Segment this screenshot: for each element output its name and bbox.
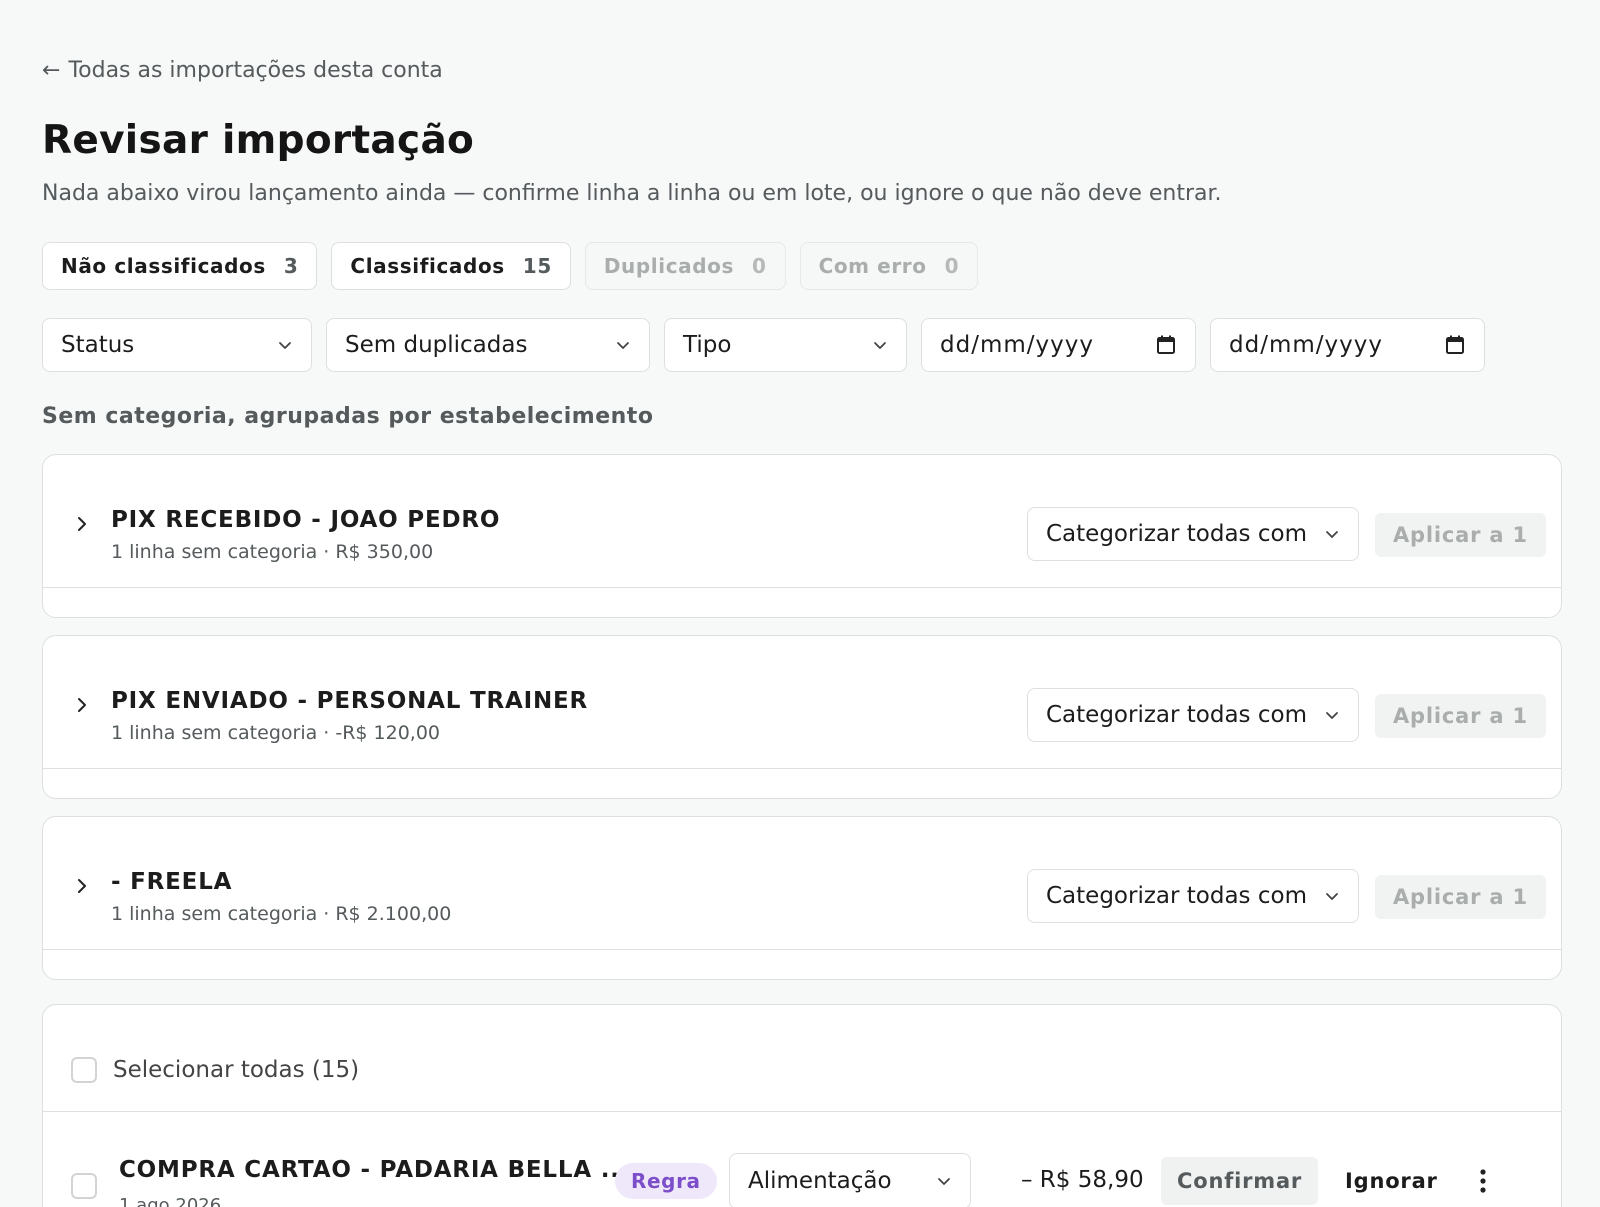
transaction-title: COMPRA CARTAO - PADARIA BELLA ... [119,1157,630,1183]
tab-count: 15 [522,254,552,278]
apply-button[interactable]: Aplicar a 1 [1375,513,1546,557]
divider [43,949,1561,950]
tab-duplicates: Duplicados 0 [584,242,786,290]
group-summary: 1 linha sem categoria · R$ 350,00 [111,541,434,563]
date-from-input[interactable]: dd/mm/yyyy [921,318,1196,372]
transaction-date: 1 ago 2026 [119,1195,222,1207]
bulk-category-value: Categorizar todas com [1046,702,1307,728]
tab-classified[interactable]: Classificados 15 [331,242,571,290]
divider [43,587,1561,588]
select-all-control[interactable]: Selecionar todas (15) [71,1057,359,1083]
date-from-placeholder: dd/mm/yyyy [940,332,1094,358]
chevron-down-icon [1326,712,1338,719]
apply-button[interactable]: Aplicar a 1 [1375,875,1546,919]
calendar-icon[interactable] [1155,334,1177,356]
tab-count: 0 [752,254,767,278]
select-all-label: Selecionar todas (15) [113,1057,360,1083]
merchant-group-card: - FREELA 1 linha sem categoria · R$ 2.10… [42,816,1562,980]
classified-list-card: Selecionar todas (15) COMPRA CARTAO - PA… [42,1004,1562,1207]
chevron-right-icon[interactable] [73,696,91,714]
chevron-right-icon[interactable] [73,515,91,533]
row-checkbox[interactable] [71,1173,97,1199]
divider [43,768,1561,769]
bulk-category-value: Categorizar todas com [1046,521,1307,547]
type-filter-value: Tipo [683,332,732,358]
group-summary: 1 linha sem categoria · -R$ 120,00 [111,722,441,744]
divider [43,1111,1561,1112]
confirm-button[interactable]: Confirmar [1161,1157,1319,1205]
page-subtitle: Nada abaixo virou lançamento ainda — con… [42,181,1222,206]
bulk-category-select[interactable]: Categorizar todas com [1027,507,1359,561]
transaction-amount: – R$ 58,90 [1021,1167,1144,1193]
duplicates-filter-value: Sem duplicadas [345,332,528,358]
chevron-down-icon [617,342,629,349]
tab-unclassified[interactable]: Não classificados 3 [42,242,318,290]
tab-label: Não classificados [61,254,266,278]
more-vertical-icon[interactable] [1471,1165,1495,1197]
chevron-down-icon [279,342,291,349]
duplicates-filter-select[interactable]: Sem duplicadas [326,318,650,372]
status-filter-select[interactable]: Status [42,318,312,372]
date-to-placeholder: dd/mm/yyyy [1229,332,1383,358]
ignore-button[interactable]: Ignorar [1339,1157,1444,1205]
bulk-category-select[interactable]: Categorizar todas com [1027,869,1359,923]
row-category-select[interactable]: Alimentação [729,1153,971,1207]
group-title: PIX ENVIADO - PERSONAL TRAINER [111,688,589,714]
filters-bar: Status Sem duplicadas Tipo dd/mm/yyyy dd… [42,318,1485,372]
tab-count: 0 [944,254,960,278]
chevron-down-icon [1326,893,1338,900]
type-filter-select[interactable]: Tipo [664,318,907,372]
arrow-left-icon: ← [42,57,61,83]
row-category-value: Alimentação [748,1168,892,1194]
section-label: Sem categoria, agrupadas por estabelecim… [42,404,654,429]
chevron-down-icon [938,1178,950,1185]
back-link[interactable]: ← Todas as importações desta conta [42,58,443,83]
back-link-label: Todas as importações desta conta [68,58,443,83]
group-summary: 1 linha sem categoria · R$ 2.100,00 [111,903,452,925]
chevron-right-icon[interactable] [73,877,91,895]
merchant-group-card: PIX RECEBIDO - JOAO PEDRO 1 linha sem ca… [42,454,1562,618]
tab-errors: Com erro 0 [799,242,979,290]
select-all-checkbox[interactable] [71,1057,97,1083]
tab-label: Com erro [818,254,927,278]
bulk-category-value: Categorizar todas com [1046,883,1307,909]
chevron-down-icon [874,342,886,349]
tab-label: Duplicados [603,254,735,278]
date-to-input[interactable]: dd/mm/yyyy [1210,318,1485,372]
apply-button[interactable]: Aplicar a 1 [1375,694,1546,738]
status-tabs: Não classificados 3 Classificados 15 Dup… [42,242,979,290]
status-filter-value: Status [61,332,135,358]
group-title: - FREELA [111,869,233,895]
rule-badge: Regra [615,1163,717,1199]
tab-count: 3 [283,254,299,278]
merchant-group-card: PIX ENVIADO - PERSONAL TRAINER 1 linha s… [42,635,1562,799]
calendar-icon[interactable] [1444,334,1466,356]
tab-label: Classificados [350,254,505,278]
bulk-category-select[interactable]: Categorizar todas com [1027,688,1359,742]
group-title: PIX RECEBIDO - JOAO PEDRO [111,507,501,533]
chevron-down-icon [1326,531,1338,538]
page-title: Revisar importação [42,118,475,163]
